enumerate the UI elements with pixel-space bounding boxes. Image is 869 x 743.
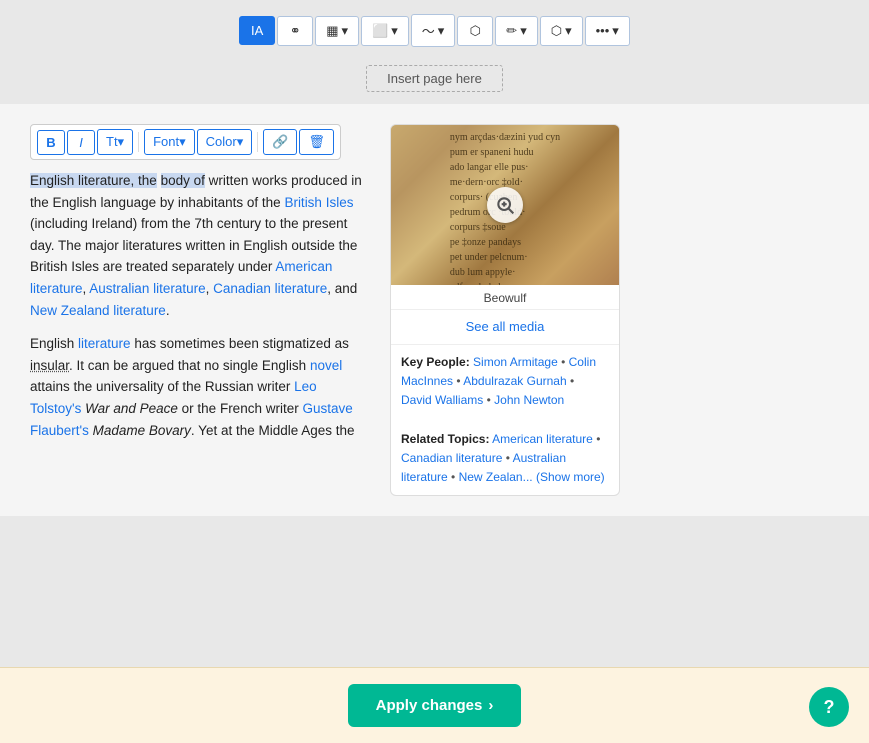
- key-people-label: Key People:: [401, 355, 470, 369]
- zoom-image-button[interactable]: [487, 187, 523, 223]
- canadian-lit-related-link[interactable]: Canadian literature: [401, 451, 502, 465]
- selected-text: English literature, the: [30, 173, 157, 188]
- top-toolbar: IA ⚭ ▦ ▾ ⬜ ▾ 〜 ▾ ⬡ ✏ ▾ ⬡ ▾ ••• ▾: [0, 0, 869, 57]
- embed-button[interactable]: ▦ ▾: [315, 16, 359, 46]
- help-button[interactable]: ?: [809, 687, 849, 727]
- canadian-lit-link[interactable]: Canadian literature: [213, 281, 327, 296]
- erase-icon: ⬡: [470, 23, 481, 39]
- article-paragraph-1: English literature, the body of written …: [30, 170, 370, 321]
- shape-arrow: ▾: [565, 23, 572, 39]
- bottom-bar: Apply changes › ?: [0, 667, 869, 743]
- text-select-icon: IA: [251, 23, 263, 38]
- apply-changes-arrow-icon: ›: [488, 697, 493, 714]
- main-content: B I Tt▾ Font▾ Color▾ 🔗 🗑 English literat…: [0, 104, 869, 516]
- insert-page-bar: Insert page here: [0, 57, 869, 104]
- see-all-media-link[interactable]: See all media: [466, 319, 545, 334]
- media-info: Key People: Simon Armitage • Colin MacIn…: [391, 345, 619, 495]
- separator1: [138, 132, 139, 152]
- walliams-link[interactable]: David Walliams: [401, 393, 483, 407]
- british-isles-link[interactable]: British Isles: [284, 195, 353, 210]
- more-icon: •••: [596, 23, 610, 38]
- insular-word: insular: [30, 358, 69, 373]
- draw-icon: 〜: [422, 21, 435, 40]
- image-icon: ⬜: [372, 23, 388, 39]
- image-arrow: ▾: [391, 23, 398, 39]
- shape-icon: ⬡: [551, 23, 562, 39]
- font-button[interactable]: Font▾: [144, 129, 195, 155]
- link-format-button[interactable]: 🔗: [263, 129, 297, 155]
- separator2: [257, 132, 258, 152]
- australian-lit-link[interactable]: Australian literature: [89, 281, 205, 296]
- image-button[interactable]: ⬜ ▾: [361, 16, 409, 46]
- beowulf-image: ÆT IE BARD nym arçdas·dæzini yud cyn pum…: [391, 125, 619, 285]
- insert-page-button[interactable]: Insert page here: [366, 65, 503, 92]
- highlight-arrow: ▾: [520, 23, 527, 39]
- related-topics-section: Related Topics: American literature • Ca…: [401, 430, 609, 488]
- highlight-icon: ✏: [506, 23, 517, 39]
- bold-button[interactable]: B: [37, 130, 65, 155]
- apply-changes-button[interactable]: Apply changes ›: [348, 684, 522, 727]
- draw-arrow: ▾: [438, 23, 445, 39]
- more-button[interactable]: ••• ▾: [585, 16, 630, 46]
- embed-arrow: ▾: [341, 23, 348, 39]
- highlight-button[interactable]: ✏ ▾: [495, 16, 537, 46]
- novel-link[interactable]: novel: [310, 358, 342, 373]
- newton-link[interactable]: John Newton: [494, 393, 564, 407]
- apply-changes-label: Apply changes: [376, 697, 483, 714]
- erase-button[interactable]: ⬡: [457, 16, 493, 46]
- delete-format-button[interactable]: 🗑: [299, 129, 334, 155]
- color-button[interactable]: Color▾: [197, 129, 253, 155]
- more-arrow: ▾: [612, 23, 619, 39]
- text-select-button[interactable]: IA: [239, 16, 275, 45]
- key-people-section: Key People: Simon Armitage • Colin MacIn…: [401, 353, 609, 411]
- selected-text-2: body of: [161, 173, 205, 188]
- embed-icon: ▦: [326, 23, 338, 39]
- media-panel: ÆT IE BARD nym arçdas·dæzini yud cyn pum…: [390, 124, 620, 496]
- simon-armitage-link[interactable]: Simon Armitage: [473, 355, 558, 369]
- see-all-media: See all media: [391, 310, 619, 345]
- article-section: B I Tt▾ Font▾ Color▾ 🔗 🗑 English literat…: [30, 124, 370, 496]
- article-paragraph-2: English literature has sometimes been st…: [30, 333, 370, 441]
- madame-bovary: Madame Bovary: [93, 423, 191, 438]
- literature-link[interactable]: literature: [78, 336, 131, 351]
- shape-button[interactable]: ⬡ ▾: [540, 16, 583, 46]
- draw-button[interactable]: 〜 ▾: [411, 14, 456, 47]
- text-size-button[interactable]: Tt▾: [97, 129, 133, 155]
- help-icon: ?: [824, 697, 835, 718]
- media-image-container: ÆT IE BARD nym arçdas·dæzini yud cyn pum…: [391, 125, 619, 285]
- related-topics-label: Related Topics:: [401, 432, 489, 446]
- abdulrazak-link[interactable]: Abdulrazak Gurnah: [463, 374, 566, 388]
- link-icon: ⚭: [290, 23, 301, 39]
- show-more-link[interactable]: (Show more): [536, 470, 605, 484]
- italic-button[interactable]: I: [67, 130, 95, 155]
- nz-lit-link[interactable]: New Zealand literature: [30, 303, 166, 318]
- link-button[interactable]: ⚭: [277, 16, 313, 46]
- format-toolbar: B I Tt▾ Font▾ Color▾ 🔗 🗑: [30, 124, 341, 160]
- war-and-peace: War and Peace: [85, 401, 178, 416]
- american-lit-related-link[interactable]: American literature: [492, 432, 593, 446]
- nz-lit-related-link[interactable]: New Zealan...: [459, 470, 533, 484]
- media-caption: Beowulf: [391, 285, 619, 310]
